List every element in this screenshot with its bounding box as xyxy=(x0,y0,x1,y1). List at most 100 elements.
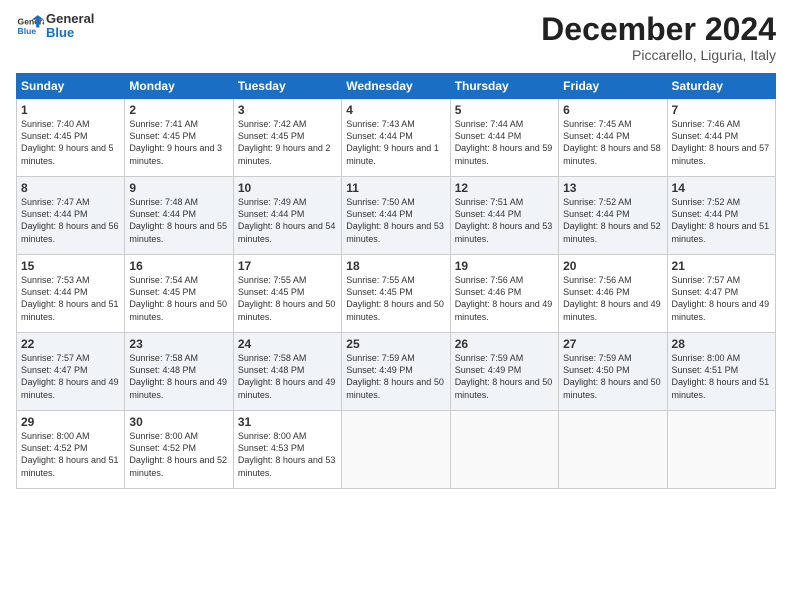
calendar-cell: 1Sunrise: 7:40 AMSunset: 4:45 PMDaylight… xyxy=(17,99,125,177)
cell-info-line: Sunset: 4:47 PM xyxy=(21,364,120,376)
calendar-cell: 23Sunrise: 7:58 AMSunset: 4:48 PMDayligh… xyxy=(125,333,233,411)
col-header-monday: Monday xyxy=(125,74,233,99)
cell-info-line: Sunrise: 7:40 AM xyxy=(21,118,120,130)
cell-info-line: Sunrise: 7:57 AM xyxy=(672,274,771,286)
calendar-cell: 2Sunrise: 7:41 AMSunset: 4:45 PMDaylight… xyxy=(125,99,233,177)
calendar-cell: 15Sunrise: 7:53 AMSunset: 4:44 PMDayligh… xyxy=(17,255,125,333)
logo-icon: General Blue xyxy=(16,12,44,40)
cell-info-line: Daylight: 9 hours and 3 minutes. xyxy=(129,142,228,166)
cell-info-line: Sunset: 4:46 PM xyxy=(563,286,662,298)
cell-info-line: Sunrise: 7:58 AM xyxy=(129,352,228,364)
cell-info-line: Daylight: 8 hours and 50 minutes. xyxy=(455,376,554,400)
cell-info-line: Sunrise: 7:49 AM xyxy=(238,196,337,208)
calendar-cell: 10Sunrise: 7:49 AMSunset: 4:44 PMDayligh… xyxy=(233,177,341,255)
day-number: 14 xyxy=(672,181,771,195)
cell-info-line: Sunrise: 7:48 AM xyxy=(129,196,228,208)
calendar-cell: 5Sunrise: 7:44 AMSunset: 4:44 PMDaylight… xyxy=(450,99,558,177)
cell-info-line: Sunrise: 7:59 AM xyxy=(455,352,554,364)
cell-info-line: Daylight: 8 hours and 49 minutes. xyxy=(21,376,120,400)
day-number: 10 xyxy=(238,181,337,195)
calendar-cell: 11Sunrise: 7:50 AMSunset: 4:44 PMDayligh… xyxy=(342,177,450,255)
cell-info-line: Sunrise: 7:55 AM xyxy=(238,274,337,286)
calendar-cell: 6Sunrise: 7:45 AMSunset: 4:44 PMDaylight… xyxy=(559,99,667,177)
calendar-cell: 12Sunrise: 7:51 AMSunset: 4:44 PMDayligh… xyxy=(450,177,558,255)
calendar-cell: 18Sunrise: 7:55 AMSunset: 4:45 PMDayligh… xyxy=(342,255,450,333)
cell-info-line: Sunrise: 7:57 AM xyxy=(21,352,120,364)
cell-info-line: Sunrise: 7:52 AM xyxy=(563,196,662,208)
cell-info-line: Sunset: 4:47 PM xyxy=(672,286,771,298)
cell-info-line: Sunset: 4:44 PM xyxy=(346,130,445,142)
day-number: 18 xyxy=(346,259,445,273)
week-row-2: 8Sunrise: 7:47 AM Sunset: 4:44 PM Daylight… xyxy=(17,177,776,255)
calendar-cell: 27Sunrise: 7:59 AMSunset: 4:50 PMDayligh… xyxy=(559,333,667,411)
day-number: 15 xyxy=(21,259,120,273)
cell-info-line: Sunset: 4:52 PM xyxy=(129,442,228,454)
header-row: SundayMondayTuesdayWednesdayThursdayFrid… xyxy=(17,74,776,99)
day-number: 3 xyxy=(238,103,337,117)
calendar-cell: 22Sunrise: 7:57 AMSunset: 4:47 PMDayligh… xyxy=(17,333,125,411)
cell-info-line: Daylight: 9 hours and 1 minute. xyxy=(346,142,445,166)
cell-info-line: Sunset: 4:44 PM xyxy=(672,208,771,220)
week-row-3: 15Sunrise: 7:53 AMSunset: 4:44 PMDayligh… xyxy=(17,255,776,333)
cell-info-line: Sunrise: 8:00 AM xyxy=(21,430,120,442)
cell-info-line: Sunset: 4:53 PM xyxy=(238,442,337,454)
calendar-cell: 14Sunrise: 7:52 AMSunset: 4:44 PMDayligh… xyxy=(667,177,775,255)
cell-info-line: Daylight: 8 hours and 59 minutes. xyxy=(455,142,554,166)
cell-info-line: Sunset: 4:45 PM xyxy=(238,286,337,298)
day-number: 24 xyxy=(238,337,337,351)
calendar-cell: 19Sunrise: 7:56 AMSunset: 4:46 PMDayligh… xyxy=(450,255,558,333)
col-header-thursday: Thursday xyxy=(450,74,558,99)
cell-info-line: Sunset: 4:44 PM xyxy=(563,130,662,142)
cell-info-line: Sunrise: 8:00 AM xyxy=(238,430,337,442)
cell-info-line: Sunrise: 7:56 AM xyxy=(563,274,662,286)
calendar-cell: 30Sunrise: 8:00 AMSunset: 4:52 PMDayligh… xyxy=(125,411,233,489)
cell-info-line: Sunset: 4:46 PM xyxy=(455,286,554,298)
cell-info-line: Sunset: 4:44 PM xyxy=(21,286,120,298)
calendar-cell: 28Sunrise: 8:00 AMSunset: 4:51 PMDayligh… xyxy=(667,333,775,411)
cell-info-line: Daylight: 8 hours and 51 minutes. xyxy=(672,376,771,400)
cell-info-line: Sunrise: 7:47 AM xyxy=(21,196,120,208)
col-header-sunday: Sunday xyxy=(17,74,125,99)
day-number: 19 xyxy=(455,259,554,273)
day-number: 21 xyxy=(672,259,771,273)
month-title: December 2024 xyxy=(541,12,776,47)
cell-info-line: Sunrise: 7:43 AM xyxy=(346,118,445,130)
title-block: December 2024 Piccarello, Liguria, Italy xyxy=(541,12,776,63)
day-number: 30 xyxy=(129,415,228,429)
calendar-cell: 20Sunrise: 7:56 AMSunset: 4:46 PMDayligh… xyxy=(559,255,667,333)
col-header-saturday: Saturday xyxy=(667,74,775,99)
cell-info-line: Daylight: 8 hours and 54 minutes. xyxy=(238,220,337,244)
logo-text-general: General xyxy=(46,12,94,26)
cell-info-line: Sunset: 4:48 PM xyxy=(129,364,228,376)
cell-info-line: Sunrise: 7:53 AM xyxy=(21,274,120,286)
cell-info-line: Daylight: 8 hours and 57 minutes. xyxy=(672,142,771,166)
cell-info-line: Sunrise: 8:00 AM xyxy=(129,430,228,442)
cell-info-line: Sunrise: 7:59 AM xyxy=(563,352,662,364)
cell-info-line: Daylight: 8 hours and 50 minutes. xyxy=(346,376,445,400)
cell-info-line: Sunset: 4:50 PM xyxy=(563,364,662,376)
day-number: 2 xyxy=(129,103,228,117)
day-number: 26 xyxy=(455,337,554,351)
day-number: 8 xyxy=(21,181,120,195)
cell-info-line: Daylight: 8 hours and 49 minutes. xyxy=(238,376,337,400)
cell-info-line: Sunset: 4:44 PM xyxy=(455,208,554,220)
calendar-cell: 24Sunrise: 7:58 AMSunset: 4:48 PMDayligh… xyxy=(233,333,341,411)
day-number: 31 xyxy=(238,415,337,429)
cell-info-line: Sunset: 4:44 PM xyxy=(672,130,771,142)
calendar-cell xyxy=(450,411,558,489)
calendar-cell xyxy=(667,411,775,489)
cell-info-line: Daylight: 8 hours and 56 minutes. xyxy=(21,220,120,244)
cell-info-line: Daylight: 9 hours and 5 minutes. xyxy=(21,142,120,166)
cell-info-line: Sunrise: 7:52 AM xyxy=(672,196,771,208)
cell-info-line: Sunset: 4:45 PM xyxy=(238,130,337,142)
cell-info-line: Sunrise: 7:59 AM xyxy=(346,352,445,364)
calendar-cell: 25Sunrise: 7:59 AMSunset: 4:49 PMDayligh… xyxy=(342,333,450,411)
day-number: 13 xyxy=(563,181,662,195)
cell-info-line: Sunrise: 7:55 AM xyxy=(346,274,445,286)
cell-info-line: Sunrise: 7:45 AM xyxy=(563,118,662,130)
col-header-tuesday: Tuesday xyxy=(233,74,341,99)
day-number: 28 xyxy=(672,337,771,351)
cell-info-line: Sunset: 4:44 PM xyxy=(455,130,554,142)
day-number: 20 xyxy=(563,259,662,273)
cell-info-line: Daylight: 8 hours and 51 minutes. xyxy=(21,454,120,478)
